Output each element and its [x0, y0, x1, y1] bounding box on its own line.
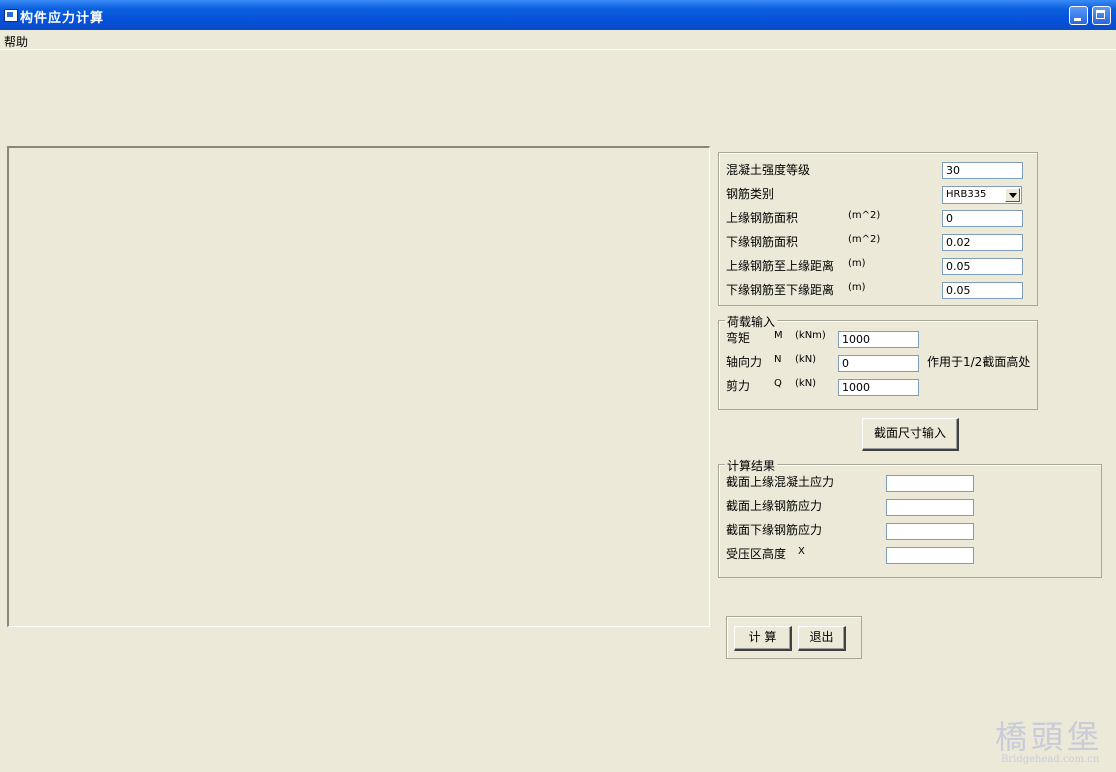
top-rebar-area-unit: (m^2)	[848, 210, 881, 221]
app-icon[interactable]	[4, 9, 18, 22]
window-title: 构件应力计算	[20, 11, 105, 26]
load-group: 荷载输入 弯矩 M (kNm) 1000 轴向力 N (kN) 0 作用于1/2…	[718, 313, 1038, 410]
moment-unit: (kNm)	[795, 330, 826, 341]
top-rebar-stress-label: 截面上缘钢筋应力	[726, 499, 823, 513]
results-group-title: 计算结果	[725, 457, 778, 474]
bottom-rebar-area-label: 下缘钢筋面积	[726, 235, 799, 249]
top-rebar-area-label: 上缘钢筋面积	[726, 211, 799, 225]
results-group: 计算结果 截面上缘混凝土应力 截面上缘钢筋应力 截面下缘钢筋应力 受压区高度 X	[718, 457, 1102, 578]
top-rebar-stress-output[interactable]	[886, 499, 974, 516]
bottom-rebar-area-input[interactable]: 0.02	[942, 234, 1023, 251]
drawing-area	[7, 146, 710, 627]
top-concrete-stress-label: 截面上缘混凝土应力	[726, 475, 835, 489]
top-rebar-dist-label: 上缘钢筋至上缘距离	[726, 259, 835, 273]
menu-help[interactable]: 帮助	[4, 33, 28, 50]
bottom-rebar-area-unit: (m^2)	[848, 234, 881, 245]
compression-height-output[interactable]	[886, 547, 974, 564]
watermark-logo: 橋頭堡	[995, 718, 1104, 756]
bottom-rebar-dist-label: 下缘钢筋至下缘距离	[726, 283, 835, 297]
axial-note: 作用于1/2截面高处	[927, 355, 1031, 369]
compression-height-label: 受压区高度	[726, 547, 787, 561]
calculate-button[interactable]: 计 算	[734, 626, 792, 651]
shear-input[interactable]: 1000	[838, 379, 919, 396]
shear-label: 剪力	[726, 379, 751, 393]
bottom-rebar-stress-label: 截面下缘钢筋应力	[726, 523, 823, 537]
moment-label: 弯矩	[726, 331, 751, 345]
concrete-grade-label: 混凝土强度等级	[726, 163, 811, 177]
axial-label: 轴向力	[726, 355, 763, 369]
exit-button[interactable]: 退出	[798, 626, 846, 651]
shear-unit: (kN)	[795, 378, 817, 389]
top-rebar-dist-unit: (m)	[848, 258, 866, 269]
rebar-type-select[interactable]: HRB335	[942, 186, 1022, 204]
chevron-down-icon[interactable]	[1005, 188, 1020, 202]
rebar-type-value: HRB335	[946, 189, 987, 200]
actions-group: 计 算 退出	[726, 616, 862, 659]
rebar-type-label: 钢筋类别	[726, 187, 775, 201]
load-group-title: 荷载输入	[725, 313, 778, 330]
minimize-button[interactable]	[1069, 6, 1088, 25]
section-size-button[interactable]: 截面尺寸输入	[862, 418, 959, 451]
axial-symbol: N	[774, 354, 782, 365]
watermark-site: Bridgehead.com.cn	[1001, 754, 1100, 765]
moment-symbol: M	[774, 330, 783, 341]
axial-input[interactable]: 0	[838, 355, 919, 372]
moment-input[interactable]: 1000	[838, 331, 919, 348]
bottom-rebar-stress-output[interactable]	[886, 523, 974, 540]
bottom-rebar-dist-input[interactable]: 0.05	[942, 282, 1023, 299]
top-rebar-area-input[interactable]: 0	[942, 210, 1023, 227]
menu-bar: 帮助	[0, 30, 1116, 50]
top-concrete-stress-output[interactable]	[886, 475, 974, 492]
top-rebar-dist-input[interactable]: 0.05	[942, 258, 1023, 275]
watermark: 橋頭堡 Bridgehead.com.cn	[995, 712, 1104, 765]
title-bar[interactable]: 构件应力计算	[0, 0, 1116, 30]
axial-unit: (kN)	[795, 354, 817, 365]
maximize-button[interactable]	[1092, 6, 1111, 25]
shear-symbol: Q	[774, 378, 782, 389]
bottom-rebar-dist-unit: (m)	[848, 282, 866, 293]
concrete-grade-input[interactable]: 30	[942, 162, 1023, 179]
compression-height-symbol: X	[798, 546, 805, 557]
material-group: 混凝土强度等级 30 钢筋类别 HRB335 上缘钢筋面积 (m^2) 0 下缘…	[718, 152, 1038, 306]
